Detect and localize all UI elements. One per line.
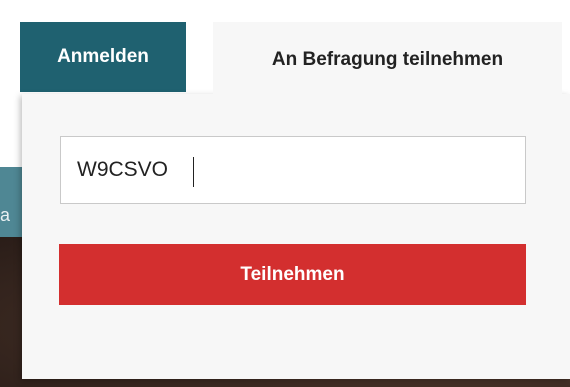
- survey-code-input[interactable]: [60, 136, 526, 204]
- join-button[interactable]: Teilnehmen: [59, 244, 526, 305]
- text-caret: [193, 157, 194, 187]
- tab-login[interactable]: Anmelden: [20, 22, 186, 92]
- join-survey-panel: Teilnehmen: [22, 94, 570, 379]
- background-band-text: a: [0, 205, 11, 225]
- tab-join-survey[interactable]: An Befragung teilnehmen: [213, 22, 562, 98]
